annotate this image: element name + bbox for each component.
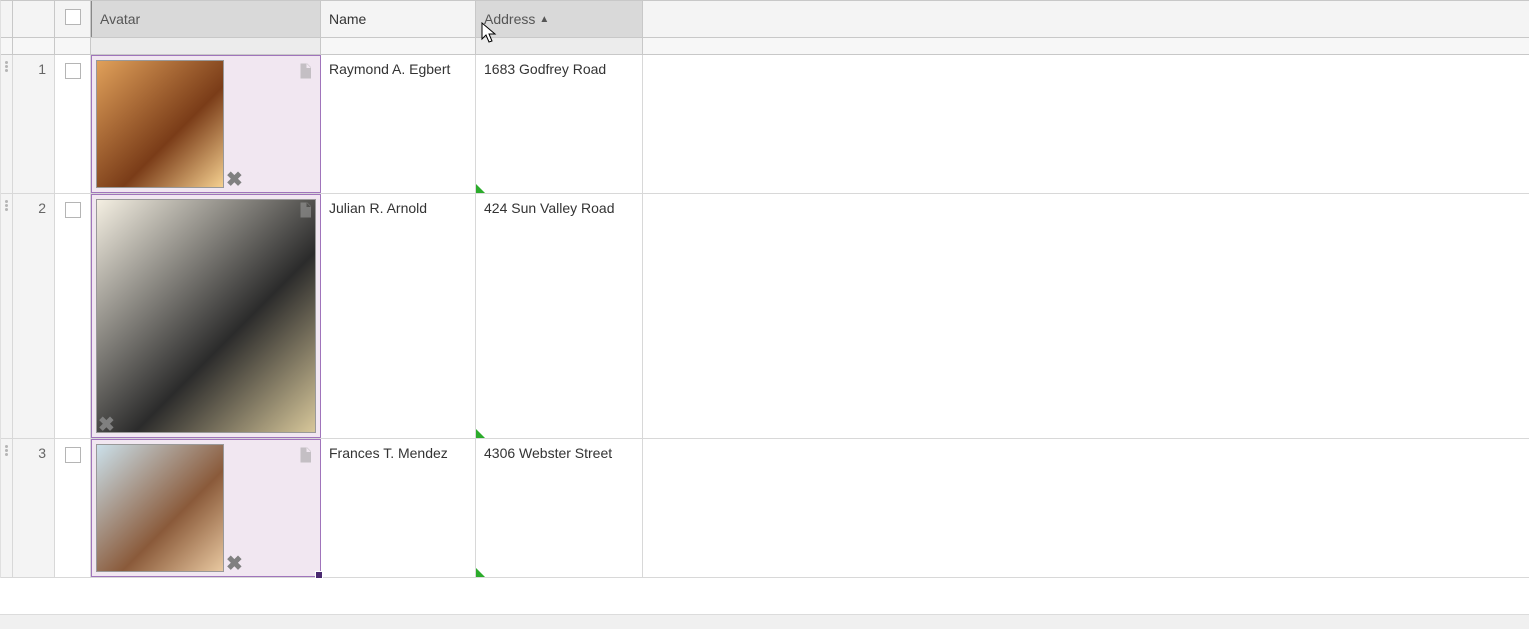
remove-icon[interactable]: ✖ [226,554,243,574]
empty-cell [643,194,1529,438]
data-grid: Avatar Name Address ▲ 1 ✖ Raymond A. Egber… [0,0,1529,578]
avatar-cell[interactable]: ✖ [91,439,321,577]
avatar-image [96,199,316,433]
name-cell[interactable]: Raymond A. Egbert [321,55,476,193]
empty-cell [643,439,1529,577]
row-drag-handle[interactable] [1,55,13,193]
column-label: Avatar [100,11,140,27]
row-select-cell[interactable] [55,194,91,438]
column-header-address[interactable]: Address ▲ [476,1,643,37]
address-cell[interactable]: 4306 Webster Street [476,439,643,577]
row-number: 3 [13,439,55,577]
column-header-name[interactable]: Name [321,1,476,37]
filter-row [1,38,1529,55]
name-cell[interactable]: Frances T. Mendez [321,439,476,577]
row-drag-handle[interactable] [1,439,13,577]
address-cell[interactable]: 424 Sun Valley Road [476,194,643,438]
address-cell[interactable]: 1683 Godfrey Road [476,55,643,193]
cell-flag-icon [476,184,485,193]
row-select-cell[interactable] [55,439,91,577]
column-label: Address [484,11,535,27]
select-all-checkbox[interactable] [65,9,81,25]
row-drag-handle[interactable] [1,194,13,438]
name-cell[interactable]: Julian R. Arnold [321,194,476,438]
remove-icon[interactable]: ✖ [98,415,115,435]
table-row[interactable]: 2 ✖ Julian R. Arnold424 Sun Valley Road [1,194,1529,439]
horizontal-scrollbar[interactable] [0,614,1529,629]
file-icon[interactable] [296,62,314,80]
row-number: 1 [13,55,55,193]
avatar-image [96,60,224,188]
column-header-avatar[interactable]: Avatar [91,1,321,37]
avatar-image [96,444,224,572]
file-icon[interactable] [296,446,314,464]
column-label: Name [329,11,366,27]
select-all-cell[interactable] [55,1,91,37]
empty-cell [643,55,1529,193]
row-checkbox[interactable] [65,63,81,79]
row-number: 2 [13,194,55,438]
sort-ascending-icon: ▲ [539,14,549,25]
avatar-cell[interactable]: ✖ [91,194,321,438]
avatar-cell[interactable]: ✖ [91,55,321,193]
row-handle-header [1,1,13,37]
table-row[interactable]: 1 ✖ Raymond A. Egbert1683 Godfrey Road [1,55,1529,194]
table-row[interactable]: 3 ✖ Frances T. Mendez4306 Webster Street [1,439,1529,578]
row-number-header [13,1,55,37]
row-checkbox[interactable] [65,447,81,463]
remove-icon[interactable]: ✖ [226,170,243,190]
row-checkbox[interactable] [65,202,81,218]
cell-flag-icon [476,429,485,438]
column-header-row: Avatar Name Address ▲ [1,1,1529,38]
cell-flag-icon [476,568,485,577]
column-header-spacer [643,1,1529,37]
file-icon[interactable] [296,201,314,219]
row-select-cell[interactable] [55,55,91,193]
